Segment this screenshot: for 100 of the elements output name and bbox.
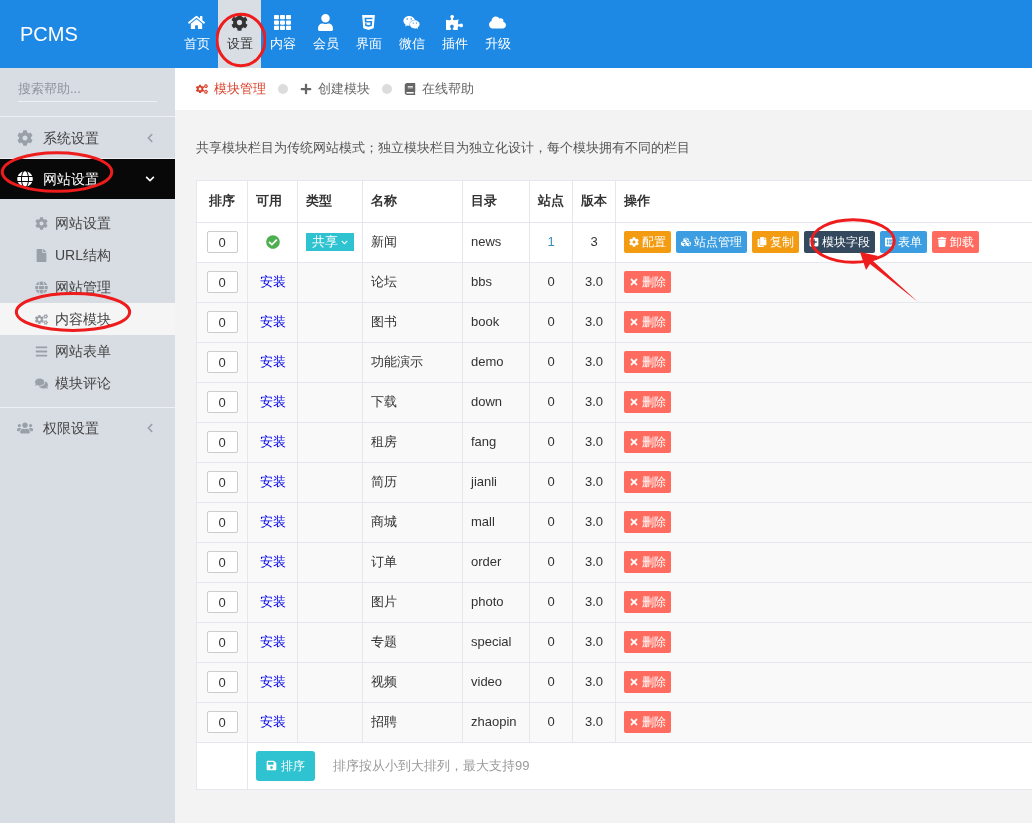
- order-field[interactable]: 0: [206, 631, 238, 653]
- install-link[interactable]: 安装: [259, 672, 286, 692]
- close-icon: [629, 717, 639, 727]
- tab[interactable]: 创建模块: [300, 79, 370, 99]
- table-cell: 3.0: [573, 622, 616, 662]
- table-cell: 新闻: [363, 222, 463, 262]
- table-cell: 0: [530, 662, 573, 702]
- sidebar-subitem[interactable]: 模块评论: [0, 367, 175, 399]
- table-cell: 论坛: [363, 262, 463, 302]
- plus-icon: [300, 83, 312, 95]
- sidebar-item[interactable]: 权限设置: [0, 408, 175, 448]
- table-cell: 3.0: [573, 302, 616, 342]
- order-field[interactable]: 0: [206, 271, 238, 293]
- table-cell: news: [463, 222, 530, 262]
- search-field[interactable]: 搜索帮助...: [18, 76, 157, 102]
- table-cell: 3.0: [573, 542, 616, 582]
- grid-icon: [274, 14, 291, 32]
- close-icon: [629, 637, 639, 647]
- order-field[interactable]: 0: [206, 711, 238, 733]
- order-field[interactable]: 0: [206, 471, 238, 493]
- table-cell: 下载: [363, 382, 463, 422]
- table-cell: 简历: [363, 462, 463, 502]
- table-cell: down: [463, 382, 530, 422]
- sidebar-subitem[interactable]: 网站管理: [0, 271, 175, 303]
- install-link[interactable]: 安装: [259, 552, 286, 572]
- install-link[interactable]: 安装: [259, 632, 286, 652]
- close-icon: [629, 557, 639, 567]
- logo-text: PCMS: [20, 22, 78, 47]
- order-field[interactable]: 0: [206, 431, 238, 453]
- sidebar-item[interactable]: 系统设置: [0, 118, 175, 158]
- description-text: 共享模块栏目为传统网站模式；独立模块栏目为独立化设计，每个模块拥有不同的栏目: [196, 139, 691, 157]
- nav-tab[interactable]: 升级: [476, 0, 519, 68]
- install-link[interactable]: 安装: [259, 512, 286, 532]
- column-header: 版本: [573, 180, 616, 222]
- tab[interactable]: 模块管理: [196, 79, 266, 99]
- install-link[interactable]: 安装: [259, 472, 286, 492]
- column-header: 操作: [616, 180, 1032, 222]
- close-icon: [629, 277, 639, 287]
- sidebar-item[interactable]: 网站设置: [0, 159, 175, 199]
- table-cell: 3.0: [573, 582, 616, 622]
- gears-icon: [196, 83, 208, 95]
- install-link[interactable]: 安装: [259, 392, 286, 412]
- table-cell: jianli: [463, 462, 530, 502]
- table-cell: 订单: [363, 542, 463, 582]
- table-cell: 0: [530, 382, 573, 422]
- close-icon: [629, 677, 639, 687]
- nav-tab[interactable]: 插件: [433, 0, 476, 68]
- order-field[interactable]: 0: [206, 671, 238, 693]
- table-cell: 3: [573, 222, 616, 262]
- table-cell: 图书: [363, 302, 463, 342]
- nav-tab[interactable]: 首页: [175, 0, 218, 68]
- install-link[interactable]: 安装: [259, 592, 286, 612]
- chevron-down-icon: [341, 238, 348, 246]
- table-cell: 专题: [363, 622, 463, 662]
- install-link[interactable]: 安装: [259, 272, 286, 292]
- order-field[interactable]: 0: [206, 391, 238, 413]
- table-cell: 0: [530, 302, 573, 342]
- order-field[interactable]: 0: [206, 231, 238, 253]
- sidebar-subitem[interactable]: 网站表单: [0, 335, 175, 367]
- table-cell: 3.0: [573, 262, 616, 302]
- action-button[interactable]: 模块字段: [804, 231, 875, 253]
- table-cell: 0: [530, 342, 573, 382]
- table-cell: demo: [463, 342, 530, 382]
- table-cell: order: [463, 542, 530, 582]
- table-cell: 1: [530, 222, 573, 262]
- order-field[interactable]: 0: [206, 311, 238, 333]
- column-header: 名称: [363, 180, 463, 222]
- table-cell: 3.0: [573, 342, 616, 382]
- order-field[interactable]: 0: [206, 351, 238, 373]
- table-cell: 0: [530, 542, 573, 582]
- order-field[interactable]: 0: [206, 551, 238, 573]
- table-cell: 图片: [363, 582, 463, 622]
- nav-tab[interactable]: 内容: [261, 0, 304, 68]
- table-cell: special: [463, 622, 530, 662]
- nav-tab[interactable]: 界面: [347, 0, 390, 68]
- close-icon: [629, 517, 639, 527]
- users-icon: [17, 420, 33, 436]
- sidebar-subitem[interactable]: 内容模块: [0, 303, 175, 335]
- table-cell: 0: [530, 622, 573, 662]
- settings-icon: [629, 237, 639, 247]
- nav-tab[interactable]: 微信: [390, 0, 433, 68]
- tab[interactable]: 在线帮助: [404, 79, 474, 99]
- sidebar-subitem[interactable]: 网站设置: [0, 207, 175, 239]
- sidebar-subitem[interactable]: URL结构: [0, 239, 175, 271]
- install-link[interactable]: 安装: [259, 712, 286, 732]
- cubes-icon: [681, 237, 691, 247]
- table-cell: 3.0: [573, 502, 616, 542]
- column-header: 可用: [248, 180, 298, 222]
- copy-icon: [757, 237, 767, 247]
- install-link[interactable]: 安装: [259, 432, 286, 452]
- table-cell: 3.0: [573, 702, 616, 742]
- table-cell: 3.0: [573, 382, 616, 422]
- install-link[interactable]: 安装: [259, 352, 286, 372]
- close-icon: [629, 597, 639, 607]
- install-link[interactable]: 安装: [259, 312, 286, 332]
- table-cell: 商城: [363, 502, 463, 542]
- order-field[interactable]: 0: [206, 511, 238, 533]
- order-field[interactable]: 0: [206, 591, 238, 613]
- nav-tab[interactable]: 会员: [304, 0, 347, 68]
- column-header: 排序: [197, 180, 248, 222]
